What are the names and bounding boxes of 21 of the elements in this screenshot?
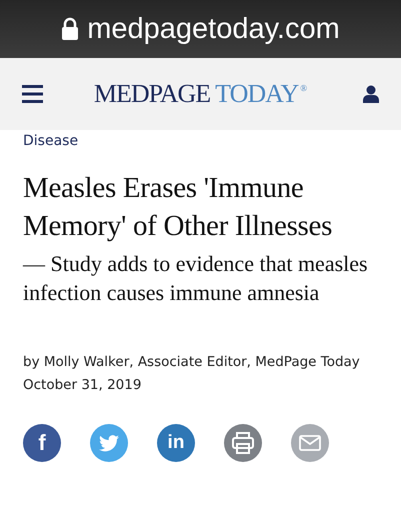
publish-date: October 31, 2019 — [23, 376, 142, 395]
printer-icon — [231, 432, 255, 454]
lock-icon — [61, 17, 80, 41]
envelope-icon — [299, 435, 321, 451]
twitter-share-button[interactable] — [90, 424, 128, 462]
bird-icon — [99, 434, 119, 452]
menu-icon[interactable] — [22, 85, 43, 103]
url-text: medpagetoday.com — [87, 12, 340, 46]
site-logo[interactable]: MEDPAGE TODAY® — [43, 79, 357, 109]
print-share-button[interactable] — [224, 424, 262, 462]
email-share-button[interactable] — [291, 424, 329, 462]
subtitle: — Study adds to evidence that measles infection causes immune amnesia — [23, 250, 369, 307]
category-link[interactable]: Disease — [23, 133, 78, 149]
facebook-share-button[interactable]: f — [23, 424, 61, 462]
facebook-label: f — [38, 430, 46, 456]
linkedin-label: in — [168, 432, 184, 454]
user-icon[interactable] — [363, 85, 379, 103]
linkedin-share-button[interactable]: in — [157, 424, 195, 462]
headline: Measles Erases 'Immune Memory' of Other Illnesses — [23, 171, 334, 244]
byline: by Molly Walker, Associate Editor, MedPage Today — [23, 353, 361, 372]
address-bar[interactable]: medpagetoday.com — [0, 0, 401, 58]
